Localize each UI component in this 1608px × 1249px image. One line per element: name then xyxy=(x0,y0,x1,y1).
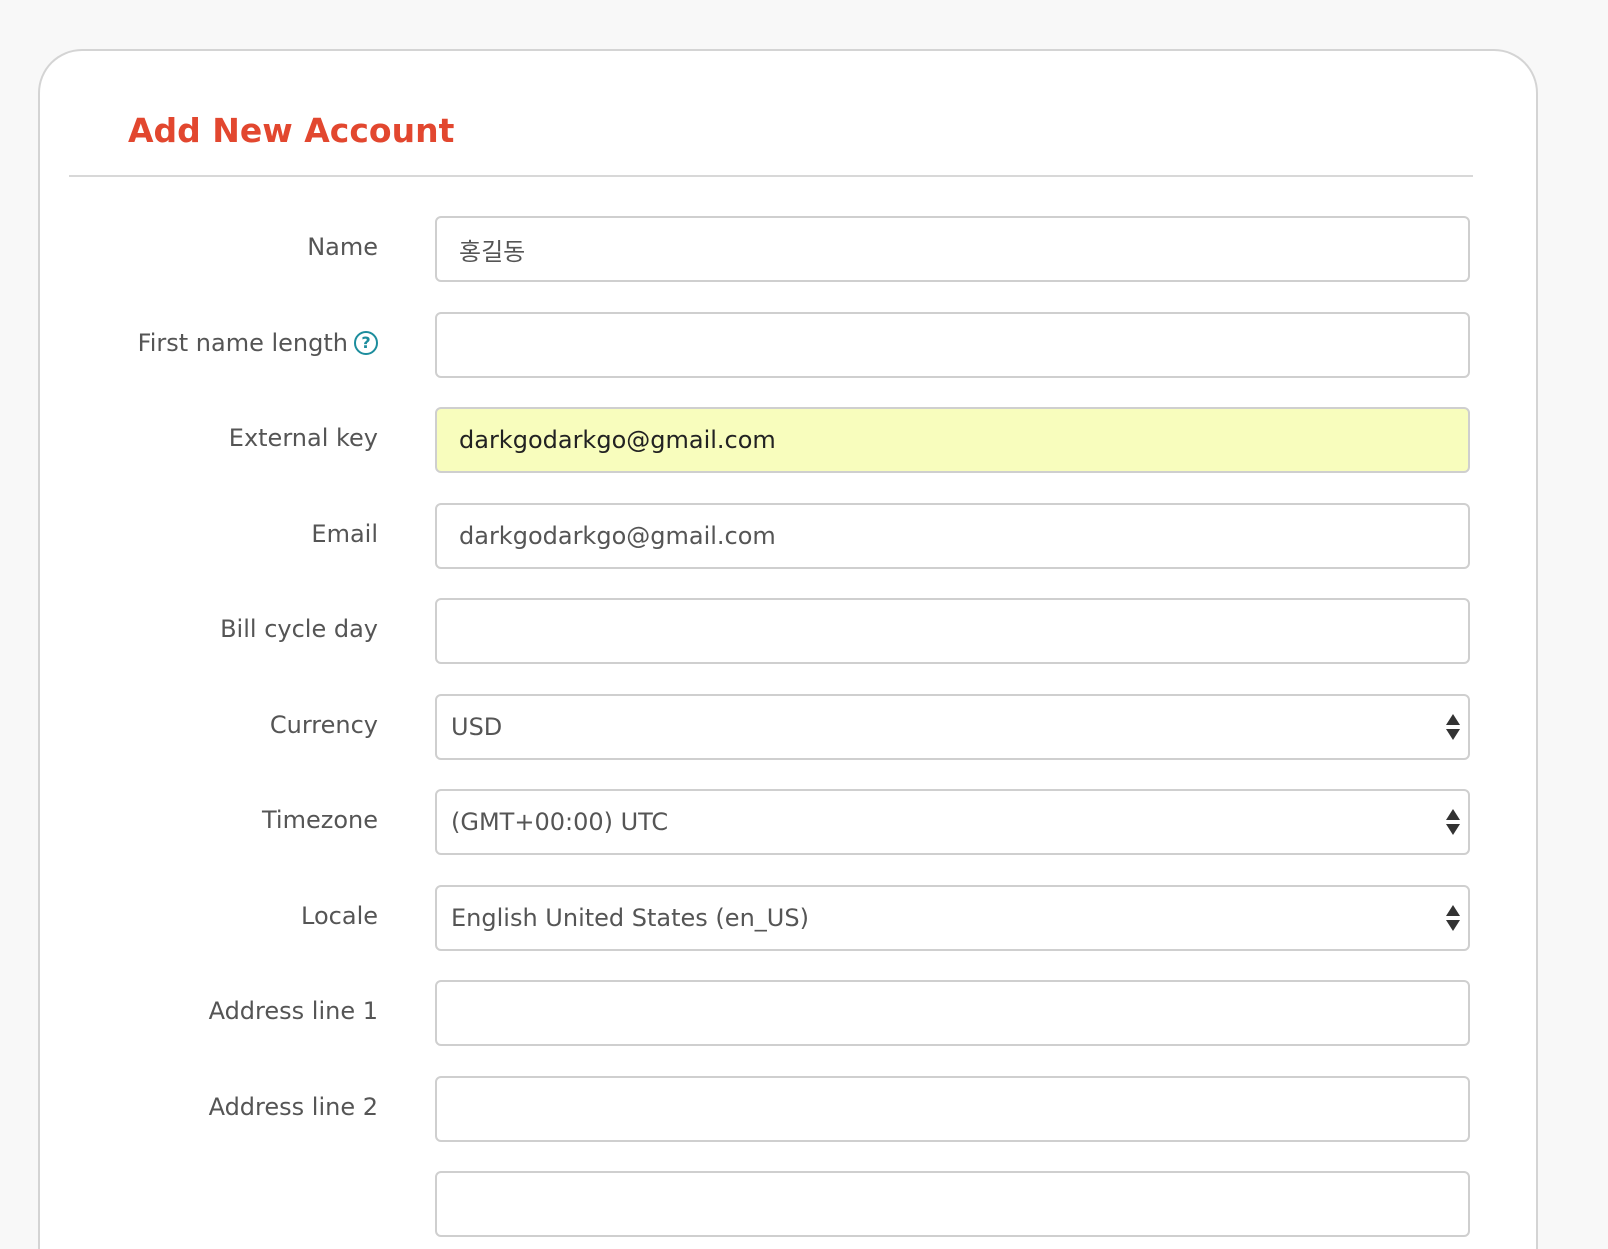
bill-cycle-day-input[interactable] xyxy=(435,598,1470,664)
timezone-select[interactable]: (GMT+00:00) UTC xyxy=(435,789,1470,855)
currency-select[interactable]: USD xyxy=(435,694,1470,760)
address-line-1-row: Address line 1 xyxy=(40,980,1540,1048)
address-line-1-input[interactable] xyxy=(435,980,1470,1046)
first-name-length-label: First name length xyxy=(137,329,348,357)
address-line-2-input[interactable] xyxy=(435,1076,1470,1142)
timezone-selected-value: (GMT+00:00) UTC xyxy=(451,808,669,836)
currency-row: Currency USD xyxy=(40,694,1540,762)
currency-selected-value: USD xyxy=(451,713,503,741)
address-line-1-label: Address line 1 xyxy=(208,997,378,1025)
locale-label: Locale xyxy=(301,902,378,930)
select-arrows-icon xyxy=(1446,809,1460,837)
external-key-input[interactable] xyxy=(435,407,1470,473)
first-name-length-row: First name length? xyxy=(40,312,1540,380)
name-row: Name xyxy=(40,216,1540,284)
currency-label: Currency xyxy=(269,711,378,739)
first-name-length-input[interactable] xyxy=(435,312,1470,378)
address-line-2-label: Address line 2 xyxy=(208,1093,378,1121)
external-key-row: External key xyxy=(40,407,1540,475)
locale-row: Locale English United States (en_US) xyxy=(40,885,1540,953)
add-account-card: Add New Account Name First name length? … xyxy=(38,49,1538,1249)
question-circle-icon[interactable]: ? xyxy=(354,330,378,355)
select-arrows-icon xyxy=(1446,714,1460,742)
locale-selected-value: English United States (en_US) xyxy=(451,904,809,932)
name-input[interactable] xyxy=(435,216,1470,282)
email-label: Email xyxy=(311,520,378,548)
name-label: Name xyxy=(307,233,378,261)
bill-cycle-day-label: Bill cycle day xyxy=(220,615,378,643)
title-divider xyxy=(69,175,1473,177)
external-key-label: External key xyxy=(228,424,378,452)
email-row: Email xyxy=(40,503,1540,571)
locale-select[interactable]: English United States (en_US) xyxy=(435,885,1470,951)
bill-cycle-day-row: Bill cycle day xyxy=(40,598,1540,666)
address-line-2-row: Address line 2 xyxy=(40,1076,1540,1144)
timezone-row: Timezone (GMT+00:00) UTC xyxy=(40,789,1540,857)
email-input[interactable] xyxy=(435,503,1470,569)
page-title: Add New Account xyxy=(128,111,455,150)
next-field-input[interactable] xyxy=(435,1171,1470,1237)
select-arrows-icon xyxy=(1446,905,1460,933)
timezone-label: Timezone xyxy=(262,806,378,834)
first-name-length-label-group: First name length? xyxy=(138,312,378,374)
